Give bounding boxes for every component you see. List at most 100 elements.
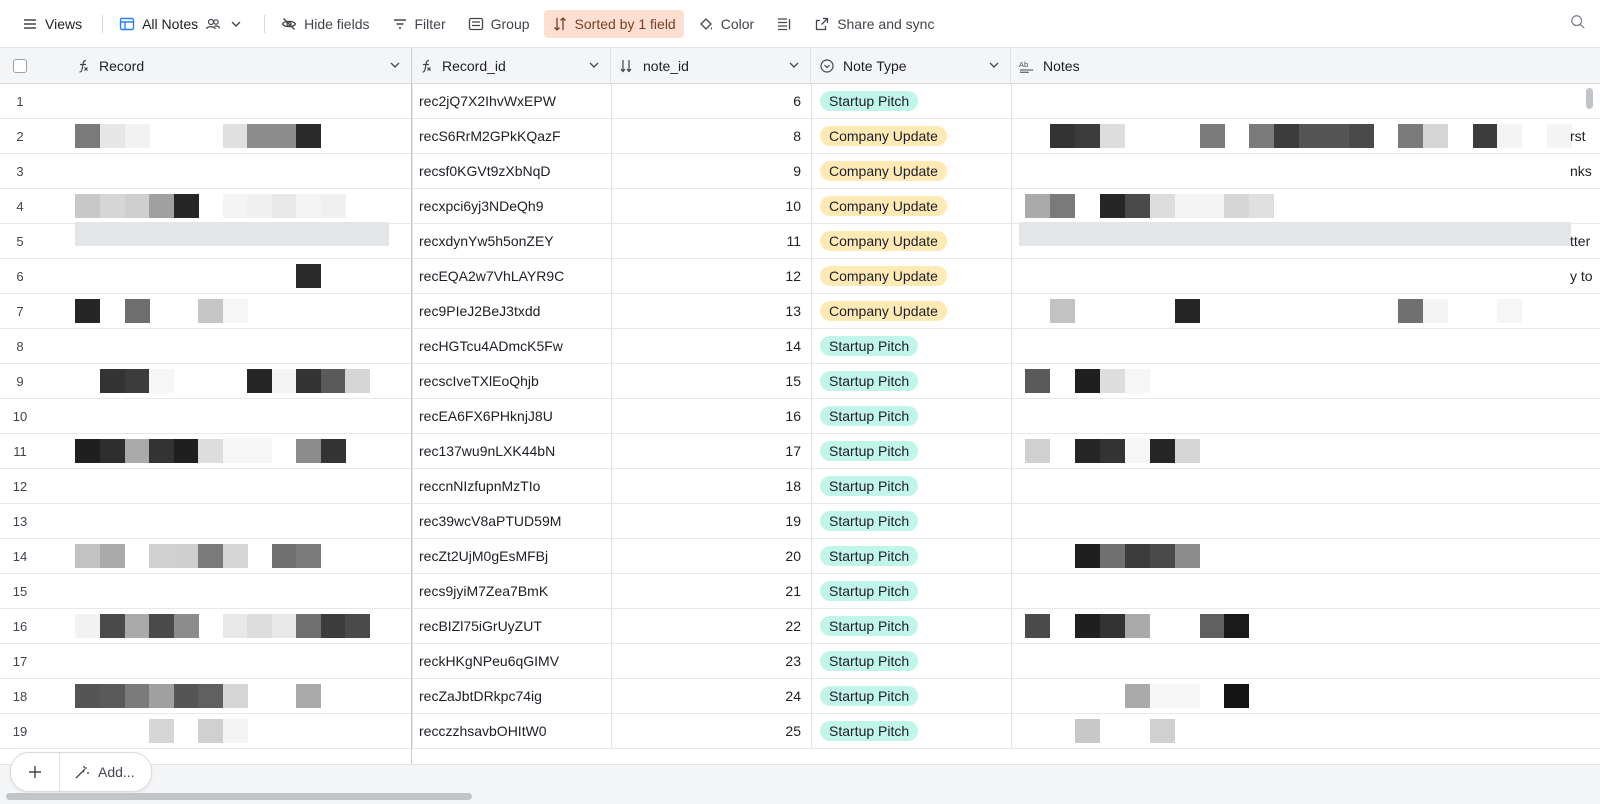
table-row[interactable]: 18 recZaJbtDRkpc74ig 24 Startup Pitch	[0, 679, 1600, 714]
table-row[interactable]: 12 reccnNIzfupnMzTIo 18 Startup Pitch	[0, 469, 1600, 504]
notes-cell[interactable]	[1011, 434, 1600, 468]
note-type-cell[interactable]: Startup Pitch	[811, 574, 1009, 608]
note-type-cell[interactable]: Startup Pitch	[811, 364, 1009, 398]
note-id-cell[interactable]: 23	[611, 644, 809, 678]
record-id-cell[interactable]: recZt2UjM0gEsMFBj	[412, 539, 609, 573]
note-type-cell[interactable]: Startup Pitch	[811, 504, 1009, 538]
notes-cell[interactable]	[1011, 294, 1600, 328]
note-id-cell[interactable]: 19	[611, 504, 809, 538]
record-id-cell[interactable]: recHGTcu4ADmcK5Fw	[412, 329, 609, 363]
table-row[interactable]: 14 recZt2UjM0gEsMFBj 20 Startup Pitch	[0, 539, 1600, 574]
record-cell[interactable]	[75, 609, 389, 643]
note-id-cell[interactable]: 14	[611, 329, 809, 363]
column-header-record-id[interactable]: Record_id	[412, 48, 611, 83]
record-id-cell[interactable]: recxpci6yj3NDeQh9	[412, 189, 609, 223]
table-row[interactable]: 5 recxdynYw5h5onZEY 11 Company Update tter	[0, 222, 1600, 259]
notes-cell[interactable]	[1011, 679, 1600, 713]
notes-cell[interactable]	[1011, 119, 1600, 153]
record-cell[interactable]	[75, 222, 389, 258]
record-id-cell[interactable]: recsf0KGVt9zXbNqD	[412, 154, 609, 188]
chevron-down-icon[interactable]	[988, 58, 1000, 74]
record-id-cell[interactable]: recEA6FX6PHknjJ8U	[412, 399, 609, 433]
note-type-cell[interactable]: Startup Pitch	[811, 679, 1009, 713]
record-id-cell[interactable]: recBIZl75iGrUyZUT	[412, 609, 609, 643]
table-row[interactable]: 17 reckHKgNPeu6qGIMV 23 Startup Pitch	[0, 644, 1600, 679]
table-row[interactable]: 4 recxpci6yj3NDeQh9 10 Company Update	[0, 189, 1600, 224]
column-header-notes[interactable]: Ab Notes	[1011, 48, 1600, 83]
notes-cell[interactable]	[1011, 259, 1600, 293]
notes-cell[interactable]	[1011, 364, 1600, 398]
note-id-cell[interactable]: 9	[611, 154, 809, 188]
notes-cell[interactable]	[1011, 574, 1600, 608]
column-header-record[interactable]: Record	[75, 48, 411, 83]
views-button[interactable]: Views	[14, 10, 90, 38]
record-cell[interactable]	[75, 644, 389, 678]
note-type-cell[interactable]: Company Update	[811, 154, 1009, 188]
filter-button[interactable]: Filter	[384, 10, 454, 38]
record-id-cell[interactable]: recscIveTXlEoQhjb	[412, 364, 609, 398]
hide-fields-button[interactable]: Hide fields	[273, 10, 377, 38]
table-row[interactable]: 2 recS6RrM2GPkKQazF 8 Company Update rst	[0, 119, 1600, 154]
record-cell[interactable]	[75, 119, 389, 153]
chevron-down-icon[interactable]	[588, 58, 600, 74]
notes-cell[interactable]	[1011, 154, 1600, 188]
note-type-cell[interactable]: Startup Pitch	[811, 609, 1009, 643]
note-type-cell[interactable]: Startup Pitch	[811, 434, 1009, 468]
sort-button[interactable]: Sorted by 1 field	[543, 9, 684, 38]
table-row[interactable]: 3 recsf0KGVt9zXbNqD 9 Company Update nks	[0, 154, 1600, 189]
record-id-cell[interactable]: recS6RrM2GPkKQazF	[412, 119, 609, 153]
notes-cell[interactable]	[1011, 329, 1600, 363]
table-row[interactable]: 16 recBIZl75iGrUyZUT 22 Startup Pitch	[0, 609, 1600, 644]
horizontal-scrollbar[interactable]	[6, 793, 472, 800]
select-all-cell[interactable]	[0, 48, 40, 83]
note-type-cell[interactable]: Startup Pitch	[811, 644, 1009, 678]
share-sync-button[interactable]: Share and sync	[806, 10, 942, 38]
row-height-button[interactable]	[768, 10, 800, 38]
record-cell[interactable]	[75, 574, 389, 608]
record-cell[interactable]	[75, 84, 389, 118]
record-id-cell[interactable]: reccnNIzfupnMzTIo	[412, 469, 609, 503]
notes-cell[interactable]	[1011, 644, 1600, 678]
add-with-ai-button[interactable]: Add...	[60, 764, 151, 780]
notes-cell[interactable]	[1011, 714, 1600, 748]
table-row[interactable]: 11 rec137wu9nLXK44bN 17 Startup Pitch	[0, 434, 1600, 469]
record-cell[interactable]	[75, 714, 389, 748]
record-id-cell[interactable]: recZaJbtDRkpc74ig	[412, 679, 609, 713]
note-id-cell[interactable]: 22	[611, 609, 809, 643]
add-record-button[interactable]	[11, 753, 60, 791]
chevron-down-icon[interactable]	[389, 58, 401, 74]
record-cell[interactable]	[75, 504, 389, 538]
note-type-cell[interactable]: Startup Pitch	[811, 399, 1009, 433]
group-button[interactable]: Group	[460, 10, 538, 38]
record-id-cell[interactable]: recxdynYw5h5onZEY	[412, 224, 609, 258]
record-cell[interactable]	[75, 399, 389, 433]
column-header-note-type[interactable]: Note Type	[811, 48, 1011, 83]
table-row[interactable]: 1 rec2jQ7X2IhvWxEPW 6 Startup Pitch	[0, 84, 1600, 119]
note-id-cell[interactable]: 20	[611, 539, 809, 573]
table-row[interactable]: 19 recczzhsavbOHItW0 25 Startup Pitch	[0, 714, 1600, 749]
record-id-cell[interactable]: rec9PIeJ2BeJ3txdd	[412, 294, 609, 328]
color-button[interactable]: Color	[690, 10, 762, 38]
record-cell[interactable]	[75, 189, 389, 223]
note-id-cell[interactable]: 18	[611, 469, 809, 503]
record-cell[interactable]	[75, 259, 389, 293]
note-id-cell[interactable]: 8	[611, 119, 809, 153]
record-cell[interactable]	[75, 294, 389, 328]
vertical-scrollbar[interactable]	[1586, 88, 1593, 109]
record-cell[interactable]	[75, 469, 389, 503]
record-id-cell[interactable]: rec2jQ7X2IhvWxEPW	[412, 84, 609, 118]
note-type-cell[interactable]: Company Update	[811, 189, 1009, 223]
table-row[interactable]: 10 recEA6FX6PHknjJ8U 16 Startup Pitch	[0, 399, 1600, 434]
notes-cell[interactable]	[1011, 222, 1600, 258]
notes-cell[interactable]	[1011, 504, 1600, 538]
notes-cell[interactable]	[1011, 469, 1600, 503]
table-row[interactable]: 6 recEQA2w7VhLAYR9C 12 Company Update y to	[0, 259, 1600, 294]
table-row[interactable]: 13 rec39wcV8aPTUD59M 19 Startup Pitch	[0, 504, 1600, 539]
notes-cell[interactable]	[1011, 609, 1600, 643]
note-type-cell[interactable]: Company Update	[811, 259, 1009, 293]
frozen-column-divider[interactable]	[411, 48, 412, 804]
note-id-cell[interactable]: 6	[611, 84, 809, 118]
note-type-cell[interactable]: Company Update	[811, 224, 1009, 258]
note-type-cell[interactable]: Company Update	[811, 294, 1009, 328]
record-id-cell[interactable]: recczzhsavbOHItW0	[412, 714, 609, 748]
